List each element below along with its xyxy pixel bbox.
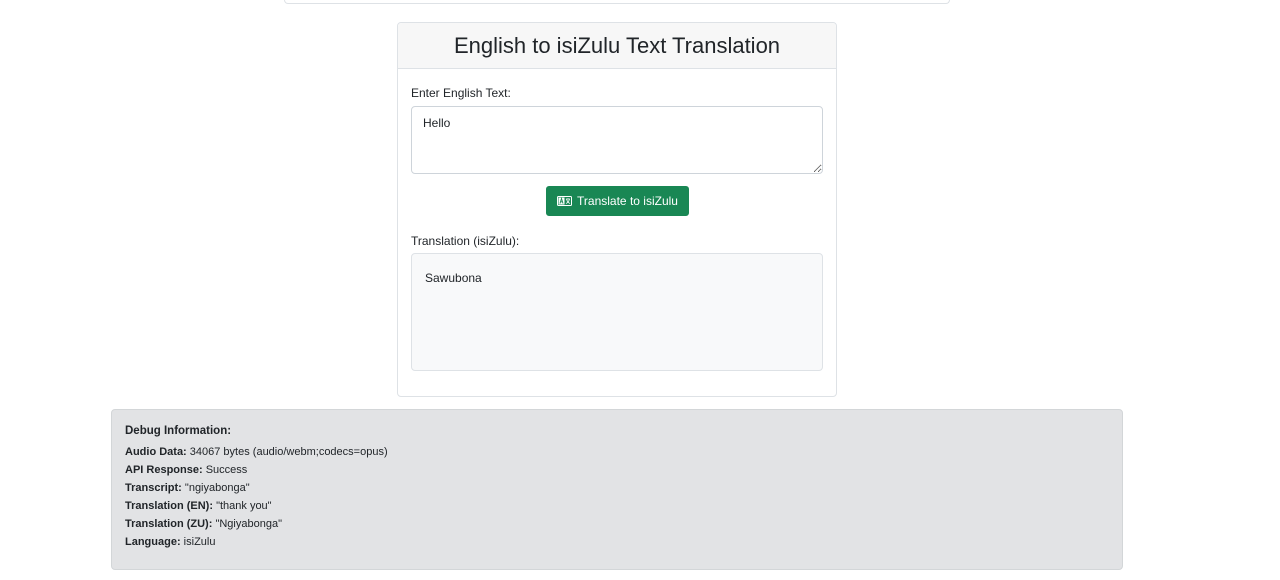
debug-row: Language: isiZulu: [125, 533, 1109, 551]
debug-row: Translation (ZU): "Ngiyabonga": [125, 515, 1109, 533]
card-header: English to isiZulu Text Translation: [398, 23, 836, 69]
previous-card-edge: [284, 0, 950, 4]
card-title: English to isiZulu Text Translation: [453, 32, 781, 58]
english-text-label: Enter English Text:: [411, 86, 511, 100]
debug-heading: Debug Information:: [125, 425, 232, 437]
debug-value: isiZulu: [180, 536, 216, 548]
debug-key: Language:: [125, 536, 181, 548]
translation-output: Sawubona: [411, 253, 823, 371]
debug-panel: Debug Information: Audio Data: 34067 byt…: [111, 409, 1123, 570]
translation-output-text: Sawubona: [425, 271, 482, 285]
debug-key: Transcript:: [125, 482, 182, 494]
debug-value: "thank you": [213, 500, 272, 512]
translation-card: English to isiZulu Text Translation Ente…: [397, 22, 837, 397]
debug-value: "ngiyabonga": [181, 482, 250, 494]
debug-key: API Response:: [125, 464, 203, 476]
english-text-input[interactable]: Hello: [411, 106, 823, 174]
debug-key: Translation (EN):: [125, 500, 214, 512]
debug-value: "Ngiyabonga": [212, 518, 282, 530]
debug-row: Transcript: "ngiyabonga": [125, 479, 1109, 497]
translation-label: Translation (isiZulu):: [411, 234, 520, 248]
debug-key: Audio Data:: [125, 446, 187, 458]
debug-row: Translation (EN): "thank you": [125, 497, 1109, 515]
debug-value: 34067 bytes (audio/webm;codecs=opus): [186, 446, 388, 458]
debug-key: Translation (ZU):: [125, 518, 213, 530]
translate-button-label: Translate to isiZulu: [577, 194, 678, 208]
translate-icon: [557, 196, 573, 206]
debug-row: Audio Data: 34067 bytes (audio/webm;code…: [125, 443, 1109, 461]
translate-button[interactable]: Translate to isiZulu: [546, 186, 689, 216]
debug-value: Success: [202, 464, 248, 476]
debug-row: API Response: Success: [125, 461, 1109, 479]
